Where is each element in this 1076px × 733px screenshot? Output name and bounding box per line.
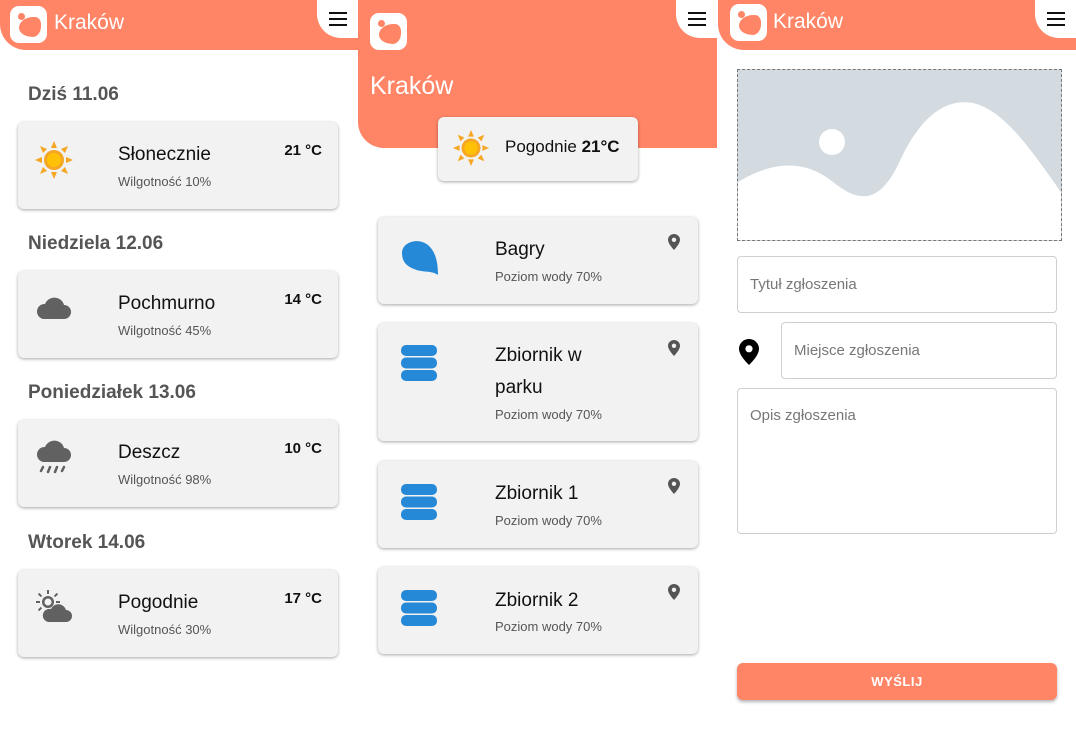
weather-humidity: Wilgotność 45% <box>118 323 212 338</box>
tank-icon <box>401 484 437 520</box>
reservoir-name: Zbiornik w parku <box>495 345 582 398</box>
weather-card[interactable]: Deszcz Wilgotność 98% 10 °C <box>18 420 338 507</box>
weather-card[interactable]: Pogodnie Wilgotność 30% 17 °C <box>18 570 338 657</box>
current-temperature: 21°C <box>581 137 620 156</box>
reservoir-water-level: Poziom wody 70% <box>495 513 602 528</box>
weather-condition: Pochmurno <box>118 293 216 314</box>
day-heading: Dziś 11.06 <box>28 84 119 105</box>
current-weather-text: Pogodnie 21°C <box>505 137 620 157</box>
reservoir-name: Zbiornik 1 <box>495 483 579 504</box>
sun-icon <box>452 129 490 167</box>
weather-humidity: Wilgotność 30% <box>118 622 212 637</box>
city-title: Kraków <box>370 72 454 100</box>
report-screen: Kraków WYŚLIJ <box>718 0 1076 733</box>
location-pin-icon <box>739 339 759 365</box>
tank-icon <box>401 590 437 626</box>
weather-temperature: 17 °C <box>284 590 322 607</box>
hamburger-menu-icon[interactable] <box>1035 0 1076 38</box>
location-pin-icon[interactable] <box>668 478 680 494</box>
hamburger-menu-icon[interactable] <box>676 0 717 38</box>
weather-card[interactable]: Słonecznie Wilgotność 10% 21 °C <box>18 122 338 209</box>
tank-icon <box>401 345 437 381</box>
app-logo-icon <box>10 6 47 43</box>
day-heading: Niedziela 12.06 <box>28 233 164 254</box>
weather-condition: Deszcz <box>118 442 181 463</box>
weather-humidity: Wilgotność 98% <box>118 472 212 487</box>
rain-icon <box>36 440 71 474</box>
day-heading: Wtorek 14.06 <box>28 532 146 553</box>
weather-temperature: 10 °C <box>284 440 322 457</box>
forecast-screen: Kraków Dziś 11.06 Słonecznie Wilgotność … <box>0 0 358 733</box>
report-place-input[interactable] <box>781 322 1057 379</box>
reservoir-card[interactable]: Zbiornik 1 Poziom wody 70% <box>378 461 698 548</box>
report-title-input[interactable] <box>737 256 1057 313</box>
reservoir-card[interactable]: Bagry Poziom wody 70% <box>378 217 698 304</box>
partly-cloudy-icon <box>36 590 72 622</box>
location-pin-icon[interactable] <box>668 340 680 356</box>
app-title: Kraków <box>773 10 844 33</box>
reservoir-water-level: Poziom wody 70% <box>495 269 602 284</box>
current-weather-card: Pogodnie 21°C <box>438 117 638 181</box>
weather-card[interactable]: Pochmurno Wilgotność 45% 14 °C <box>18 271 338 358</box>
app-title: Kraków <box>54 11 125 34</box>
reservoir-name: Bagry <box>495 239 545 260</box>
reservoir-name: Zbiornik 2 <box>495 590 579 611</box>
app-header: Kraków <box>0 0 358 50</box>
sun-icon <box>35 141 73 179</box>
image-upload-placeholder[interactable] <box>737 69 1062 241</box>
reservoir-card[interactable]: Zbiornik 2 Poziom wody 70% <box>378 567 698 654</box>
lake-icon <box>402 241 438 275</box>
weather-temperature: 21 °C <box>284 142 322 159</box>
weather-condition: Pogodnie <box>118 592 199 613</box>
reservoir-water-level: Poziom wody 70% <box>495 619 602 634</box>
app-logo-icon <box>370 13 407 50</box>
app-logo-icon <box>730 4 767 41</box>
location-pin-icon[interactable] <box>668 584 680 600</box>
current-weather-label: Pogodnie <box>505 137 577 156</box>
reservoir-card[interactable]: Zbiornik w parku Poziom wody 70% <box>378 323 698 441</box>
reservoirs-screen: Kraków Pogodnie 21°C Bagry Poziom wody 7… <box>358 0 718 733</box>
reservoir-water-level: Poziom wody 70% <box>495 407 602 422</box>
day-heading: Poniedziałek 13.06 <box>28 382 196 403</box>
report-description-textarea[interactable] <box>737 388 1057 534</box>
location-pin-icon[interactable] <box>668 234 680 250</box>
cloud-icon <box>36 297 71 319</box>
submit-button[interactable]: WYŚLIJ <box>737 663 1057 700</box>
hamburger-menu-icon[interactable] <box>317 0 358 38</box>
weather-condition: Słonecznie <box>118 144 211 165</box>
app-header: Kraków <box>718 0 1076 50</box>
weather-temperature: 14 °C <box>284 291 322 308</box>
image-placeholder-icon <box>738 70 1061 240</box>
weather-humidity: Wilgotność 10% <box>118 174 212 189</box>
